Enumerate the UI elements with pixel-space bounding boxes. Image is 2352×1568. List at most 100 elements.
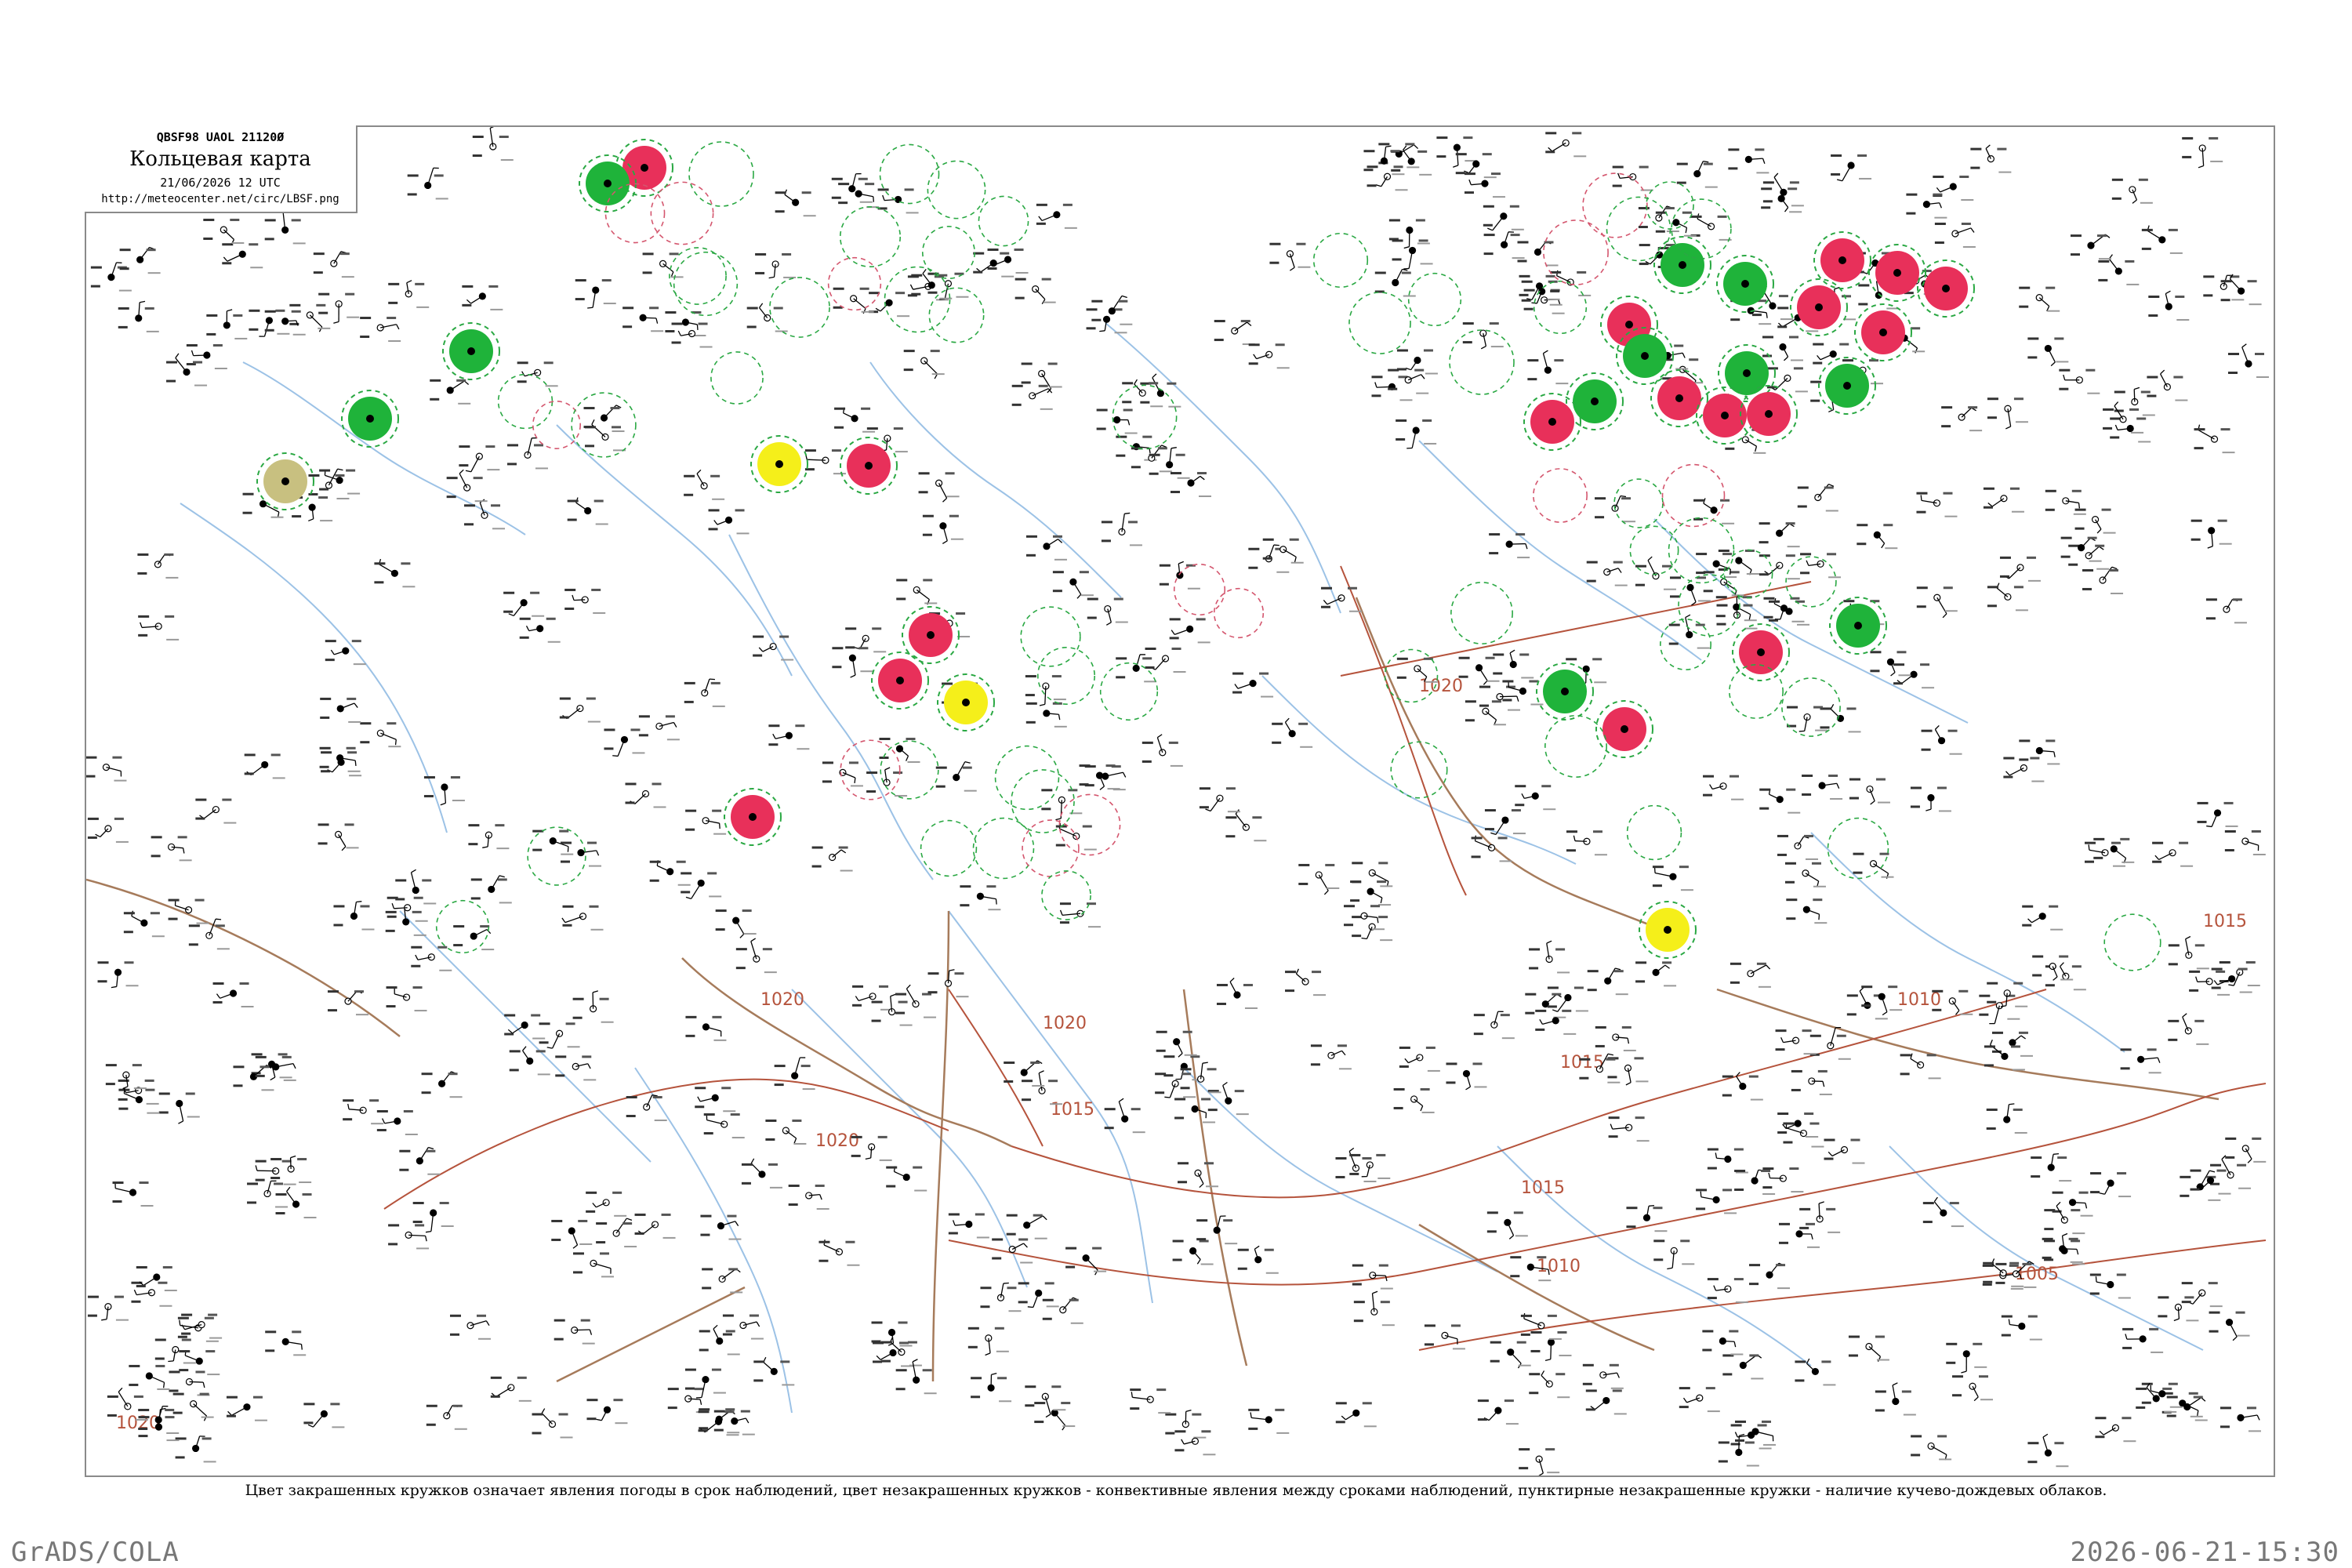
station-plot — [903, 350, 945, 379]
value-mark — [1298, 863, 1310, 866]
station-index-mark — [2151, 1351, 2164, 1353]
value-mark — [741, 1163, 753, 1166]
station-plot — [519, 617, 561, 643]
value-mark — [1626, 1225, 1636, 1229]
station-index-mark — [1008, 1310, 1022, 1312]
value-mark — [801, 191, 811, 194]
station-plot — [811, 846, 853, 872]
wind-feather — [756, 1321, 760, 1327]
value-mark — [1529, 1373, 1541, 1376]
wind-feather — [391, 903, 395, 909]
value-mark — [753, 1360, 765, 1363]
station-index-mark — [115, 840, 129, 843]
value-mark — [2140, 390, 2151, 394]
value-mark — [1986, 1108, 1998, 1111]
wind-feather — [745, 1417, 750, 1424]
station-index-mark — [1392, 173, 1405, 176]
station-plot — [1473, 1011, 1515, 1040]
station-index-mark — [2217, 993, 2230, 996]
value-mark — [2181, 1301, 2191, 1304]
value-mark — [2122, 1346, 2132, 1349]
value-mark — [172, 1392, 184, 1396]
value-mark — [1479, 685, 1490, 688]
station-circle — [1561, 688, 1569, 695]
wind-barb — [1485, 710, 1497, 720]
source-url[interactable]: http://meteocenter.net/circ/LBSF.png — [85, 193, 356, 205]
wind-feather — [1543, 350, 1548, 354]
weather-circle-5 — [840, 437, 898, 495]
value-mark — [1554, 359, 1564, 362]
value-mark — [1958, 989, 1969, 993]
station-index-mark — [1198, 495, 1211, 498]
value-mark — [895, 1369, 907, 1372]
value-mark — [604, 728, 615, 731]
value-mark — [2032, 955, 2044, 958]
station-plot — [399, 1146, 441, 1175]
station-index-mark — [1791, 620, 1805, 622]
value-mark — [1248, 1408, 1260, 1411]
value-mark — [1262, 538, 1274, 541]
value-mark — [585, 426, 597, 429]
station-circle — [1838, 256, 1846, 264]
wind-barb — [906, 988, 916, 1004]
wind-feather — [415, 954, 419, 960]
value-mark — [1493, 653, 1504, 656]
value-mark — [137, 572, 147, 575]
station-index-mark — [2122, 861, 2135, 863]
value-mark — [906, 737, 916, 740]
station-index-mark — [816, 1207, 829, 1210]
wind-barb — [312, 1413, 325, 1428]
wind-feather — [1822, 1081, 1825, 1087]
wind-barb — [193, 1403, 208, 1417]
station-index-mark — [1949, 753, 1962, 755]
station-index-mark — [452, 800, 465, 802]
value-mark — [1116, 676, 1126, 679]
station-plot — [1527, 350, 1569, 385]
station-plot — [741, 1158, 782, 1189]
station-index-mark — [2196, 1043, 2209, 1045]
station-index-mark — [651, 330, 664, 332]
station-index-mark — [1680, 889, 1693, 891]
value-mark — [1225, 835, 1236, 838]
isobar-label-3: 1020 — [815, 1131, 859, 1151]
value-mark — [1788, 336, 1798, 339]
value-mark — [858, 177, 868, 180]
wind-barb — [1523, 1318, 1542, 1327]
wind-barb — [1647, 560, 1657, 576]
value-mark — [1949, 1202, 1959, 1205]
station-plot — [2027, 1433, 2069, 1468]
value-mark — [1199, 806, 1209, 809]
station-index-mark — [693, 335, 706, 337]
value-mark — [346, 469, 356, 472]
value-mark — [922, 533, 932, 536]
value-mark — [499, 136, 509, 139]
station-index-mark — [1938, 810, 1951, 812]
value-mark — [1079, 571, 1089, 574]
wind-feather — [1610, 1123, 1613, 1130]
station-index-mark — [764, 971, 777, 974]
station-plot — [509, 1046, 550, 1076]
wind-feather — [768, 276, 775, 279]
station-plot — [1519, 1448, 1560, 1475]
value-mark — [1502, 680, 1514, 683]
value-mark — [765, 1119, 777, 1122]
value-mark — [87, 817, 99, 820]
value-mark — [2044, 1228, 2054, 1231]
station-index-mark — [1236, 1113, 1249, 1116]
station-plot — [212, 982, 254, 1007]
value-mark — [1196, 618, 1206, 621]
station-circle — [1675, 394, 1683, 402]
station-plot — [319, 746, 361, 772]
value-mark — [1216, 1002, 1226, 1005]
value-mark — [123, 931, 133, 934]
value-mark — [1716, 604, 1728, 607]
station-plot — [275, 1186, 317, 1219]
station-index-mark — [402, 586, 416, 588]
wind-feather — [2154, 855, 2160, 860]
value-mark — [281, 1160, 292, 1163]
value-mark — [1787, 706, 1798, 709]
map-canvas: 102010201020102010151015101510101010 1005… — [86, 127, 2269, 1475]
wind-barb — [784, 194, 797, 203]
value-mark — [1759, 807, 1769, 810]
value-mark — [239, 982, 249, 985]
